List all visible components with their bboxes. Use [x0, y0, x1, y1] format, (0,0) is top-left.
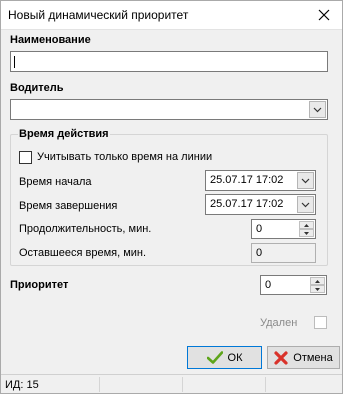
ok-button[interactable]: ОК — [187, 346, 262, 369]
red-x-icon — [274, 350, 288, 365]
start-time-value: 25.07.17 17:02 — [210, 174, 284, 186]
priority-label: Приоритет — [10, 279, 69, 291]
remaining-label: Оставшееся время, мин. — [19, 247, 147, 259]
up-arrow-icon — [315, 279, 320, 283]
title-bar: Новый динамический приоритет — [1, 1, 342, 30]
duration-increment-button[interactable] — [299, 221, 314, 229]
duration-value: 0 — [256, 223, 263, 235]
duration-stepper[interactable]: 0 — [251, 219, 316, 239]
checkmark-icon — [206, 351, 223, 364]
priority-stepper[interactable]: 0 — [260, 275, 327, 295]
priority-decrement-button[interactable] — [310, 285, 325, 293]
close-icon[interactable] — [316, 7, 332, 23]
duration-label: Продолжительность, мин. — [19, 223, 152, 235]
start-time-dropdown-button[interactable] — [297, 172, 314, 189]
text-caret — [14, 56, 15, 68]
duration-decrement-button[interactable] — [299, 229, 314, 237]
deleted-checkbox[interactable] — [314, 316, 327, 329]
only-line-time-label: Учитывать только время на линии — [37, 151, 213, 163]
time-group-title: Время действия — [18, 128, 110, 140]
start-time-picker[interactable]: 25.07.17 17:02 — [205, 170, 316, 191]
only-line-time-checkbox[interactable] — [19, 151, 32, 164]
end-time-picker[interactable]: 25.07.17 17:02 — [205, 194, 316, 215]
driver-label: Водитель — [10, 82, 64, 94]
priority-increment-button[interactable] — [310, 277, 325, 285]
end-time-value: 25.07.17 17:02 — [210, 198, 284, 210]
name-label: Наименование — [10, 34, 91, 46]
deleted-label: Удален — [260, 317, 298, 329]
window-title: Новый динамический приоритет — [8, 8, 189, 22]
end-time-label: Время завершения — [19, 200, 118, 212]
priority-value: 0 — [265, 279, 272, 291]
remaining-value: 0 — [256, 247, 263, 259]
end-time-dropdown-button[interactable] — [297, 196, 314, 213]
up-arrow-icon — [304, 223, 309, 227]
status-divider — [99, 377, 100, 392]
status-divider — [182, 377, 183, 392]
ok-button-label: ОК — [227, 351, 243, 364]
cancel-button-label: Отмена — [293, 351, 333, 364]
status-bar: ИД: 15 — [1, 374, 342, 393]
status-divider — [265, 377, 266, 392]
down-arrow-icon — [315, 287, 320, 291]
chevron-down-icon — [301, 178, 310, 183]
cancel-button[interactable]: Отмена — [267, 346, 340, 369]
chevron-down-icon — [301, 202, 310, 207]
down-arrow-icon — [304, 231, 309, 235]
driver-dropdown-button[interactable] — [309, 101, 326, 118]
start-time-label: Время начала — [19, 176, 92, 188]
driver-select[interactable] — [10, 99, 328, 120]
remaining-field: 0 — [251, 243, 316, 263]
dialog-window: Новый динамический приоритет Наименовани… — [0, 0, 343, 394]
record-id: ИД: 15 — [5, 379, 39, 391]
name-input[interactable] — [10, 51, 328, 72]
chevron-down-icon — [313, 107, 322, 112]
